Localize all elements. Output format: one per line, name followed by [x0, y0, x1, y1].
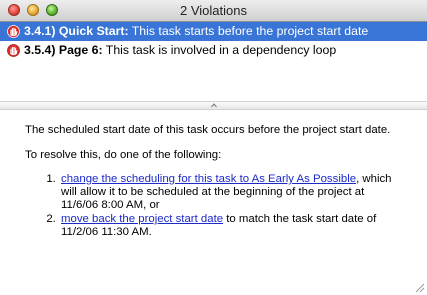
zoom-window-button[interactable]: [46, 4, 58, 16]
violation-message: This task is involved in a dependency lo…: [102, 43, 337, 57]
resolution-option: move back the project start date to matc…: [59, 213, 400, 239]
set-asap-link[interactable]: change the scheduling for this task to A…: [61, 173, 356, 185]
violation-detail-pane: The scheduled start date of this task oc…: [25, 124, 400, 240]
warning-hand-icon: [7, 25, 20, 38]
resize-grip-icon[interactable]: [414, 282, 425, 293]
resolution-options: change the scheduling for this task to A…: [25, 173, 400, 239]
window-title: 2 Violations: [180, 3, 247, 18]
violation-description: The scheduled start date of this task oc…: [25, 124, 391, 136]
minimize-window-button[interactable]: [27, 4, 39, 16]
violation-row[interactable]: 3.4.1) Quick Start: This task starts bef…: [0, 22, 427, 41]
violations-list: 3.4.1) Quick Start: This task starts bef…: [0, 22, 427, 60]
resolve-intro: To resolve this, do one of the following…: [25, 149, 222, 161]
chevron-up-icon: [211, 103, 217, 108]
title-bar[interactable]: 2 Violations: [0, 0, 427, 22]
violation-id: 3.5.4) Page 6:: [24, 43, 103, 57]
close-window-button[interactable]: [8, 4, 20, 16]
violation-message: This task starts before the project star…: [128, 24, 369, 38]
resolution-option: change the scheduling for this task to A…: [59, 173, 400, 212]
violation-row[interactable]: 3.5.4) Page 6: This task is involved in …: [0, 41, 427, 60]
move-start-date-link[interactable]: move back the project start date: [61, 213, 223, 225]
warning-hand-icon: [7, 44, 20, 57]
violation-id: 3.4.1) Quick Start:: [24, 24, 129, 38]
pane-splitter[interactable]: [0, 101, 427, 110]
